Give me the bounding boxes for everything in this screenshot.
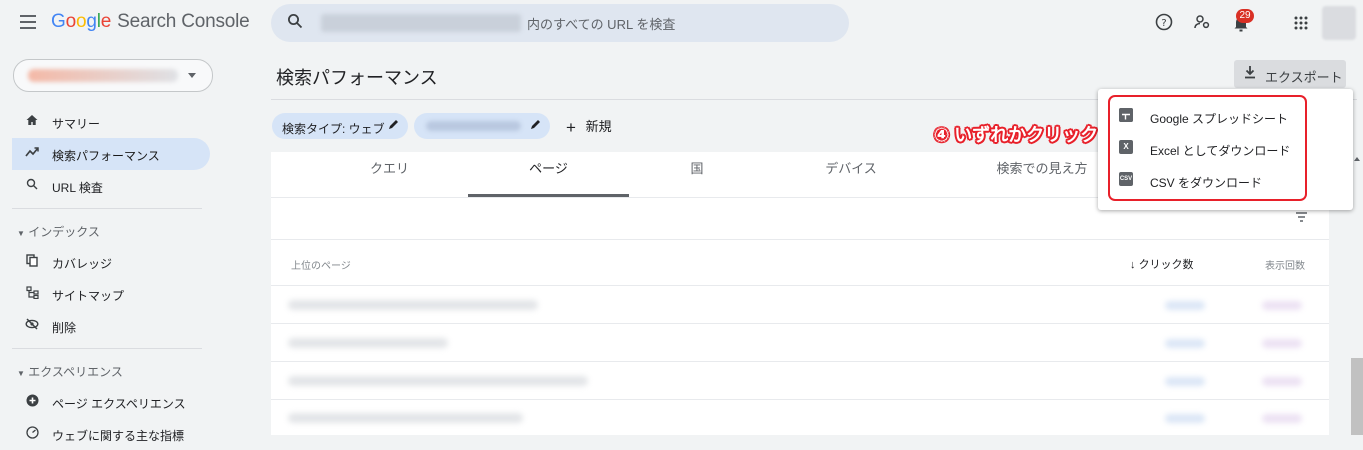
scrollbar-thumb[interactable] bbox=[1351, 358, 1363, 435]
add-filter-button[interactable]: + 新規 bbox=[566, 116, 612, 138]
sidebar-item-core-web-vitals[interactable]: ウェブに関する主な指標 bbox=[12, 418, 210, 450]
sidebar-item-page-experience[interactable]: ページ エクスペリエンス bbox=[12, 386, 210, 418]
notification-count-badge: 29 bbox=[1236, 9, 1254, 23]
sort-arrow-down-icon: ↓ bbox=[1130, 259, 1136, 271]
search-icon bbox=[24, 178, 40, 193]
sidebar-item-search-performance[interactable]: 検索パフォーマンス bbox=[12, 138, 210, 170]
toolbar-divider bbox=[271, 239, 1329, 240]
table-cell-impressions bbox=[1262, 377, 1302, 386]
row-divider bbox=[271, 361, 1329, 362]
table-cell-impressions bbox=[1262, 301, 1302, 310]
table-row[interactable] bbox=[288, 338, 448, 348]
tab-device[interactable]: デバイス bbox=[765, 158, 937, 177]
svg-text:?: ? bbox=[1161, 18, 1166, 29]
help-circle-icon[interactable]: ? bbox=[1155, 13, 1173, 36]
scroll-up-arrow-icon[interactable] bbox=[1354, 157, 1360, 161]
gauge-icon bbox=[24, 426, 40, 442]
table-cell-impressions bbox=[1262, 414, 1302, 423]
copy-icon bbox=[24, 254, 40, 270]
tab-search-appearance[interactable]: 検索での見え方 bbox=[975, 158, 1109, 177]
edit-pencil-icon[interactable] bbox=[530, 119, 541, 133]
visibility-off-icon bbox=[24, 318, 40, 333]
sidebar-item-coverage[interactable]: カバレッジ bbox=[12, 246, 210, 278]
section-title: インデックス bbox=[28, 225, 100, 239]
header-row-divider bbox=[271, 285, 1329, 286]
edit-pencil-icon[interactable] bbox=[388, 119, 399, 133]
plus-icon: + bbox=[566, 118, 576, 137]
account-avatar[interactable] bbox=[1322, 6, 1356, 40]
tab-country[interactable]: 国 bbox=[629, 158, 765, 177]
sidebar-item-label: サマリー bbox=[52, 117, 101, 131]
export-label: エクスポート bbox=[1265, 70, 1343, 85]
manage-users-icon[interactable] bbox=[1193, 13, 1211, 36]
filter-chip-date-range[interactable] bbox=[414, 113, 550, 139]
redacted-property-url bbox=[321, 14, 521, 32]
table-cell-impressions bbox=[1262, 339, 1302, 348]
table-cell-clicks bbox=[1165, 414, 1205, 423]
sidebar-item-label: ウェブに関する主な指標 bbox=[52, 429, 185, 443]
apps-grid-icon[interactable] bbox=[1294, 16, 1308, 35]
sidebar-item-label: カバレッジ bbox=[52, 257, 113, 271]
highlight-box bbox=[1108, 95, 1307, 201]
table-row[interactable] bbox=[288, 300, 538, 310]
add-filter-label: 新規 bbox=[585, 119, 612, 134]
trending-icon bbox=[24, 146, 40, 161]
column-header-clicks[interactable]: ↓ クリック数 bbox=[1130, 256, 1194, 272]
chevron-down-icon bbox=[188, 73, 196, 78]
table-cell-clicks bbox=[1165, 339, 1205, 348]
search-icon bbox=[287, 13, 303, 34]
menu-icon[interactable] bbox=[20, 15, 36, 33]
sidebar-divider bbox=[12, 348, 202, 349]
sidebar-item-label: URL 検査 bbox=[52, 181, 103, 195]
logo-letter: o bbox=[75, 11, 87, 32]
sidebar-item-removals[interactable]: 削除 bbox=[12, 310, 210, 342]
product-name: Search Console bbox=[117, 11, 250, 32]
tab-page[interactable]: ページ bbox=[468, 158, 629, 177]
sidebar-item-label: 削除 bbox=[52, 321, 77, 335]
sidebar-divider bbox=[12, 208, 202, 209]
plus-circle-icon bbox=[24, 394, 40, 410]
table-cell-clicks bbox=[1165, 301, 1205, 310]
section-title: エクスペリエンス bbox=[28, 365, 123, 379]
home-icon bbox=[24, 114, 40, 129]
chip-label: 検索タイプ: ウェブ bbox=[282, 122, 385, 136]
tab-query[interactable]: クエリ bbox=[311, 158, 468, 177]
sidebar-item-label: ページ エクスペリエンス bbox=[52, 397, 186, 411]
step-annotation: ④ いずれかクリック bbox=[934, 125, 1099, 145]
sidebar-item-label: サイトマップ bbox=[52, 289, 125, 303]
url-inspect-search-bar[interactable]: 内のすべての URL を検査 bbox=[271, 4, 849, 42]
logo-letter: g bbox=[86, 11, 97, 32]
table-cell-clicks bbox=[1165, 377, 1205, 386]
page-title: 検索パフォーマンス bbox=[276, 68, 438, 88]
table-row[interactable] bbox=[288, 376, 588, 386]
search-placeholder: 内のすべての URL を検査 bbox=[527, 17, 676, 32]
logo-letter: e bbox=[100, 11, 112, 32]
logo-letter: G bbox=[51, 11, 66, 32]
caret-down-icon: ▼ bbox=[17, 369, 25, 378]
sitemap-icon bbox=[24, 286, 40, 302]
property-selector[interactable] bbox=[13, 59, 213, 92]
logo-letter: o bbox=[65, 11, 77, 32]
filter-chip-search-type[interactable]: 検索タイプ: ウェブ bbox=[272, 113, 408, 139]
sidebar-section-experience[interactable]: ▼ エクスペリエンス bbox=[17, 363, 123, 380]
sidebar-section-index[interactable]: ▼ インデックス bbox=[17, 223, 100, 240]
column-header-top-pages: 上位のページ bbox=[291, 261, 351, 272]
column-header-impressions[interactable]: 表示回数 bbox=[1265, 257, 1305, 272]
sidebar-item-label: 検索パフォーマンス bbox=[52, 149, 160, 163]
row-divider bbox=[271, 323, 1329, 324]
table-row[interactable] bbox=[288, 413, 523, 423]
sidebar-item-sitemap[interactable]: サイトマップ bbox=[12, 278, 210, 310]
row-divider bbox=[271, 399, 1329, 400]
top-app-bar: Google Search Console 内のすべての URL を検査 ? 29 bbox=[0, 0, 1363, 46]
download-icon bbox=[1243, 65, 1257, 82]
export-button[interactable]: エクスポート bbox=[1234, 60, 1346, 88]
sidebar-item-summary[interactable]: サマリー bbox=[12, 106, 210, 138]
app-logo[interactable]: Google Search Console bbox=[51, 11, 250, 33]
sidebar-item-url-inspection[interactable]: URL 検査 bbox=[12, 170, 210, 202]
caret-down-icon: ▼ bbox=[17, 229, 25, 238]
column-label: クリック数 bbox=[1138, 259, 1194, 271]
redacted-property-name bbox=[28, 69, 178, 82]
redacted-date-range bbox=[426, 121, 521, 131]
filter-list-icon[interactable] bbox=[1295, 209, 1308, 227]
